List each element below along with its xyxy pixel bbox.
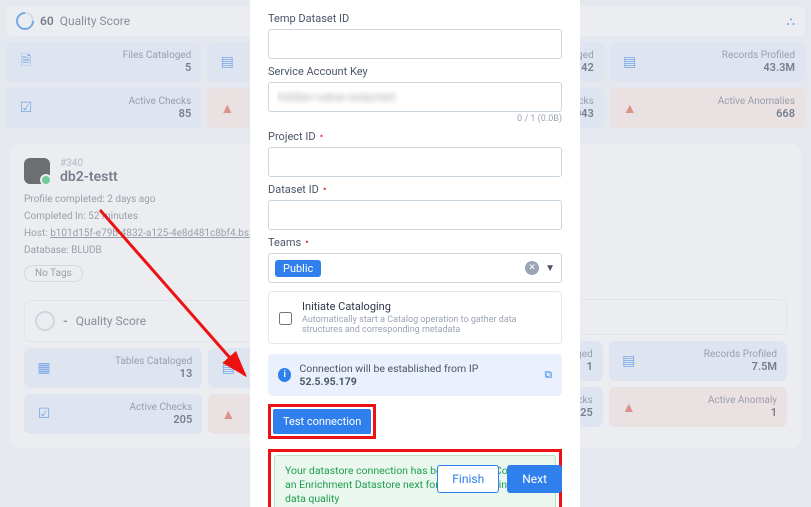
project-id-input[interactable] [268, 147, 562, 177]
dataset-id-input[interactable] [268, 200, 562, 230]
test-connection-button[interactable]: Test connection [273, 409, 371, 434]
temp-dataset-label: Temp Dataset ID [268, 12, 562, 25]
next-button[interactable]: Next [507, 465, 562, 493]
connection-modal: Temp Dataset ID Service Account Key 0 / … [250, 0, 580, 507]
clear-icon[interactable]: ✕ [525, 261, 539, 275]
service-account-key-input[interactable] [268, 82, 562, 112]
dataset-id-label: Dataset ID [268, 183, 319, 196]
chevron-down-icon[interactable]: ▼ [545, 263, 555, 274]
team-chip[interactable]: Public [275, 260, 321, 277]
teams-label: Teams [268, 236, 301, 249]
teams-select[interactable]: Public ✕ ▼ [268, 253, 562, 283]
annotation-highlight: Test connection [268, 404, 376, 439]
initiate-title: Initiate Cataloging [302, 300, 551, 313]
temp-dataset-input[interactable] [268, 29, 562, 59]
required-icon: • [323, 183, 327, 196]
sak-label: Service Account Key [268, 65, 562, 78]
required-icon: • [320, 130, 324, 143]
sak-counter: 0 / 1 (0.0B) [268, 114, 562, 124]
project-id-label: Project ID [268, 130, 316, 143]
initiate-cataloging-checkbox[interactable] [279, 302, 292, 335]
ip-address: 52.5.95.179 [299, 375, 356, 388]
copy-icon[interactable]: ⧉ [545, 368, 553, 382]
info-icon: i [278, 368, 291, 382]
initiate-cataloging-box[interactable]: Initiate Cataloging Automatically start … [268, 291, 562, 344]
ip-notice: i Connection will be established from IP… [268, 354, 562, 396]
initiate-desc: Automatically start a Catalog operation … [302, 315, 551, 335]
required-icon: • [305, 236, 309, 249]
finish-button[interactable]: Finish [437, 465, 499, 493]
